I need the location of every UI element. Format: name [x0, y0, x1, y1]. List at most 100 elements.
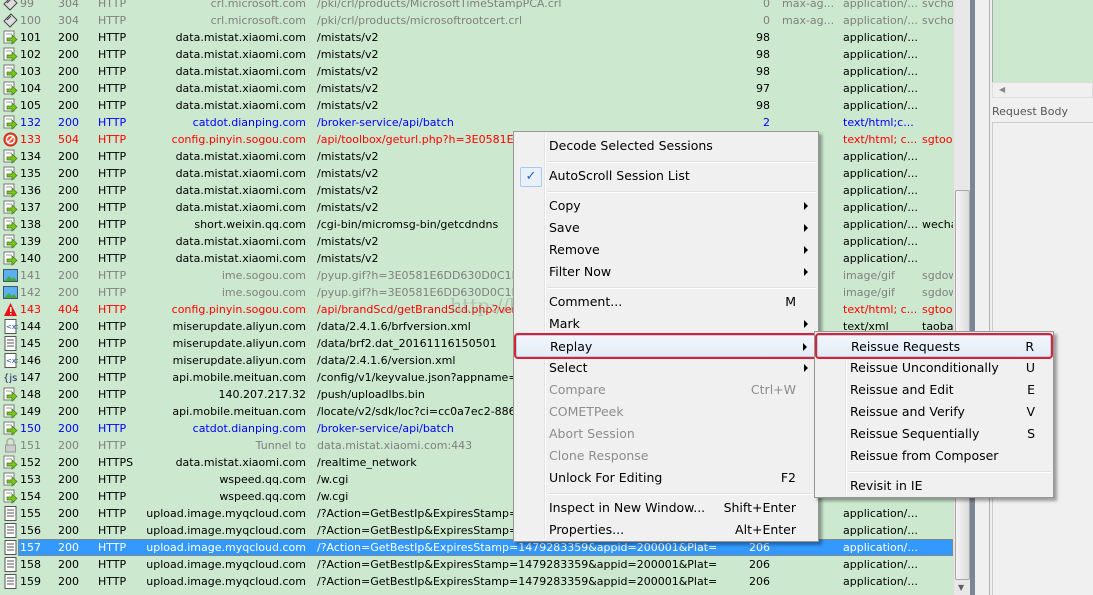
session-number: 105: [20, 99, 41, 112]
url: /?Action=GetBestIp&ExpiresStamp=14792833…: [317, 558, 717, 571]
menu-item-reissue-and-verify[interactable]: Reissue and Verify V: [817, 401, 1051, 423]
menu-item-label: Save: [549, 220, 580, 235]
result-code: 200: [58, 439, 79, 452]
menu-item-mark[interactable]: Mark: [516, 313, 816, 335]
content-type: image/gif: [843, 269, 895, 282]
shortcut-label: Alt+Enter: [735, 522, 796, 537]
session-number: 149: [20, 405, 41, 418]
submenu-arrow-icon: [803, 343, 807, 351]
url: /mistats/v2: [317, 48, 379, 61]
menu-item-revisit-in-ie[interactable]: Revisit in IE: [817, 475, 1051, 497]
session-row[interactable]: 104 200 HTTP data.mistat.xiaomi.com/mistats…: [0, 80, 953, 97]
result-code: 200: [58, 320, 79, 333]
session-row[interactable]: 101 200 HTTP data.mistat.xiaomi.com/mistats…: [0, 29, 953, 46]
process: wecha: [922, 218, 953, 231]
menu-item-label: Reissue from Composer: [850, 448, 999, 463]
lock-icon: [3, 438, 18, 453]
menu-item-reissue-unconditionally[interactable]: Reissue Unconditionally U: [817, 357, 1051, 379]
host: 140.207.217.32: [218, 388, 306, 401]
horizontal-scrollbar[interactable]: ◀: [992, 82, 1093, 98]
session-row[interactable]: 158 200 HTTP upload.image.myqcloud.com/?Act…: [0, 556, 953, 573]
document-icon: [3, 336, 18, 351]
session-number: 144: [20, 320, 41, 333]
menu-item-label: Decode Selected Sessions: [549, 138, 713, 153]
pane-splitter[interactable]: [970, 0, 990, 595]
session-row[interactable]: 102 200 HTTP data.mistat.xiaomi.com/mistats…: [0, 46, 953, 63]
document-icon: [3, 523, 18, 538]
menu-item-remove[interactable]: Remove: [516, 239, 816, 261]
menu-separator: [547, 191, 816, 193]
session-number: 136: [20, 184, 41, 197]
menu-item-reissue-sequentially[interactable]: Reissue Sequentially S: [817, 423, 1051, 445]
menu-item-cometpeek[interactable]: COMETPeek: [516, 401, 816, 423]
menu-item-abort-session[interactable]: Abort Session: [516, 423, 816, 445]
menu-item-copy[interactable]: Copy: [516, 195, 816, 217]
menu-item-label: Reissue Requests: [851, 339, 961, 354]
content-type: application/...: [843, 14, 918, 27]
host: api.mobile.meituan.com: [172, 371, 306, 384]
menu-item-inspect-in-new-window[interactable]: Inspect in New Window... Shift+Enter: [516, 497, 816, 519]
menu-item-label: Compare: [549, 382, 606, 397]
menu-item-label: Abort Session: [549, 426, 635, 441]
result-code: 200: [58, 558, 79, 571]
session-list-scrollbar[interactable]: ▼: [953, 0, 970, 595]
host: data.mistat.xiaomi.com: [175, 201, 306, 214]
session-context-menu: Decode Selected Sessions ✓ AutoScroll Sess…: [513, 131, 819, 542]
process: sgtool: [922, 133, 953, 146]
session-row[interactable]: 99 304 HTTP crl.microsoft.com/pki/crl/produ…: [0, 0, 953, 12]
process: svchost: [922, 0, 953, 10]
menu-separator: [848, 471, 1051, 473]
menu-item-replay[interactable]: Replay: [514, 333, 818, 359]
document-icon: [3, 557, 18, 572]
session-number: 154: [20, 490, 41, 503]
shortcut-label: S: [1027, 426, 1035, 441]
post-arrow-icon: [3, 489, 18, 504]
session-row[interactable]: 105 200 HTTP data.mistat.xiaomi.com/mistats…: [0, 97, 953, 114]
document-icon: [3, 506, 18, 521]
content-type: application/...: [843, 218, 918, 231]
session-number: 159: [20, 575, 41, 588]
host: miserupdate.aliyun.com: [172, 337, 306, 350]
result-code: 304: [58, 14, 79, 27]
menu-item-compare[interactable]: Compare Ctrl+W: [516, 379, 816, 401]
session-row[interactable]: 132 200 HTTP catdot.dianping.com/broker-ser…: [0, 114, 953, 131]
menu-item-reissue-from-composer[interactable]: Reissue from Composer: [817, 445, 1051, 467]
menu-item-properties[interactable]: Properties... Alt+Enter: [516, 519, 816, 541]
post-arrow-icon: [3, 98, 18, 113]
menu-item-reissue-and-edit[interactable]: Reissue and Edit E: [817, 379, 1051, 401]
result-code: 200: [58, 235, 79, 248]
svg-text:<x>: <x>: [6, 323, 18, 331]
result-code: 200: [58, 65, 79, 78]
host: catdot.dianping.com: [192, 422, 306, 435]
svg-text:<x>: <x>: [6, 357, 18, 365]
url: /mistats/v2: [317, 99, 379, 112]
menu-item-save[interactable]: Save: [516, 217, 816, 239]
session-row[interactable]: 159 200 HTTP upload.image.myqcloud.com/?Act…: [0, 573, 953, 590]
menu-separator: [547, 287, 816, 289]
svg-text:{js}: {js}: [3, 373, 18, 384]
menu-item-label: Reissue Unconditionally: [850, 360, 999, 375]
menu-item-comment[interactable]: Comment... M: [516, 291, 816, 313]
host: data.mistat.xiaomi.com: [175, 252, 306, 265]
session-row[interactable]: 100 304 HTTP crl.microsoft.com/pki/crl/prod…: [0, 12, 953, 29]
content-type: text/html;c...: [843, 116, 914, 129]
post-arrow-icon: [3, 183, 18, 198]
content-type: application/...: [843, 184, 918, 197]
result-code: 504: [58, 133, 79, 146]
host: config.pinyin.sogou.com: [171, 303, 306, 316]
content-type: application/...: [843, 167, 918, 180]
menu-item-autoscroll-session-list[interactable]: ✓ AutoScroll Session List: [516, 165, 816, 187]
result-code: 200: [58, 252, 79, 265]
menu-item-decode-selected-sessions[interactable]: Decode Selected Sessions: [516, 135, 816, 157]
post-arrow-icon: [3, 234, 18, 249]
menu-item-filter-now[interactable]: Filter Now: [516, 261, 816, 283]
menu-item-unlock-for-editing[interactable]: Unlock For Editing F2: [516, 467, 816, 489]
menu-item-reissue-requests[interactable]: Reissue Requests R: [815, 333, 1053, 359]
menu-item-select[interactable]: Select: [516, 357, 816, 379]
scroll-left-arrow-icon[interactable]: ◀: [999, 85, 1005, 94]
session-row[interactable]: 103 200 HTTP data.mistat.xiaomi.com/mistats…: [0, 63, 953, 80]
scroll-down-arrow-icon[interactable]: ▼: [958, 583, 964, 592]
menu-item-clone-response[interactable]: Clone Response: [516, 445, 816, 467]
post-arrow-icon: [3, 81, 18, 96]
content-type: application/...: [843, 524, 918, 537]
